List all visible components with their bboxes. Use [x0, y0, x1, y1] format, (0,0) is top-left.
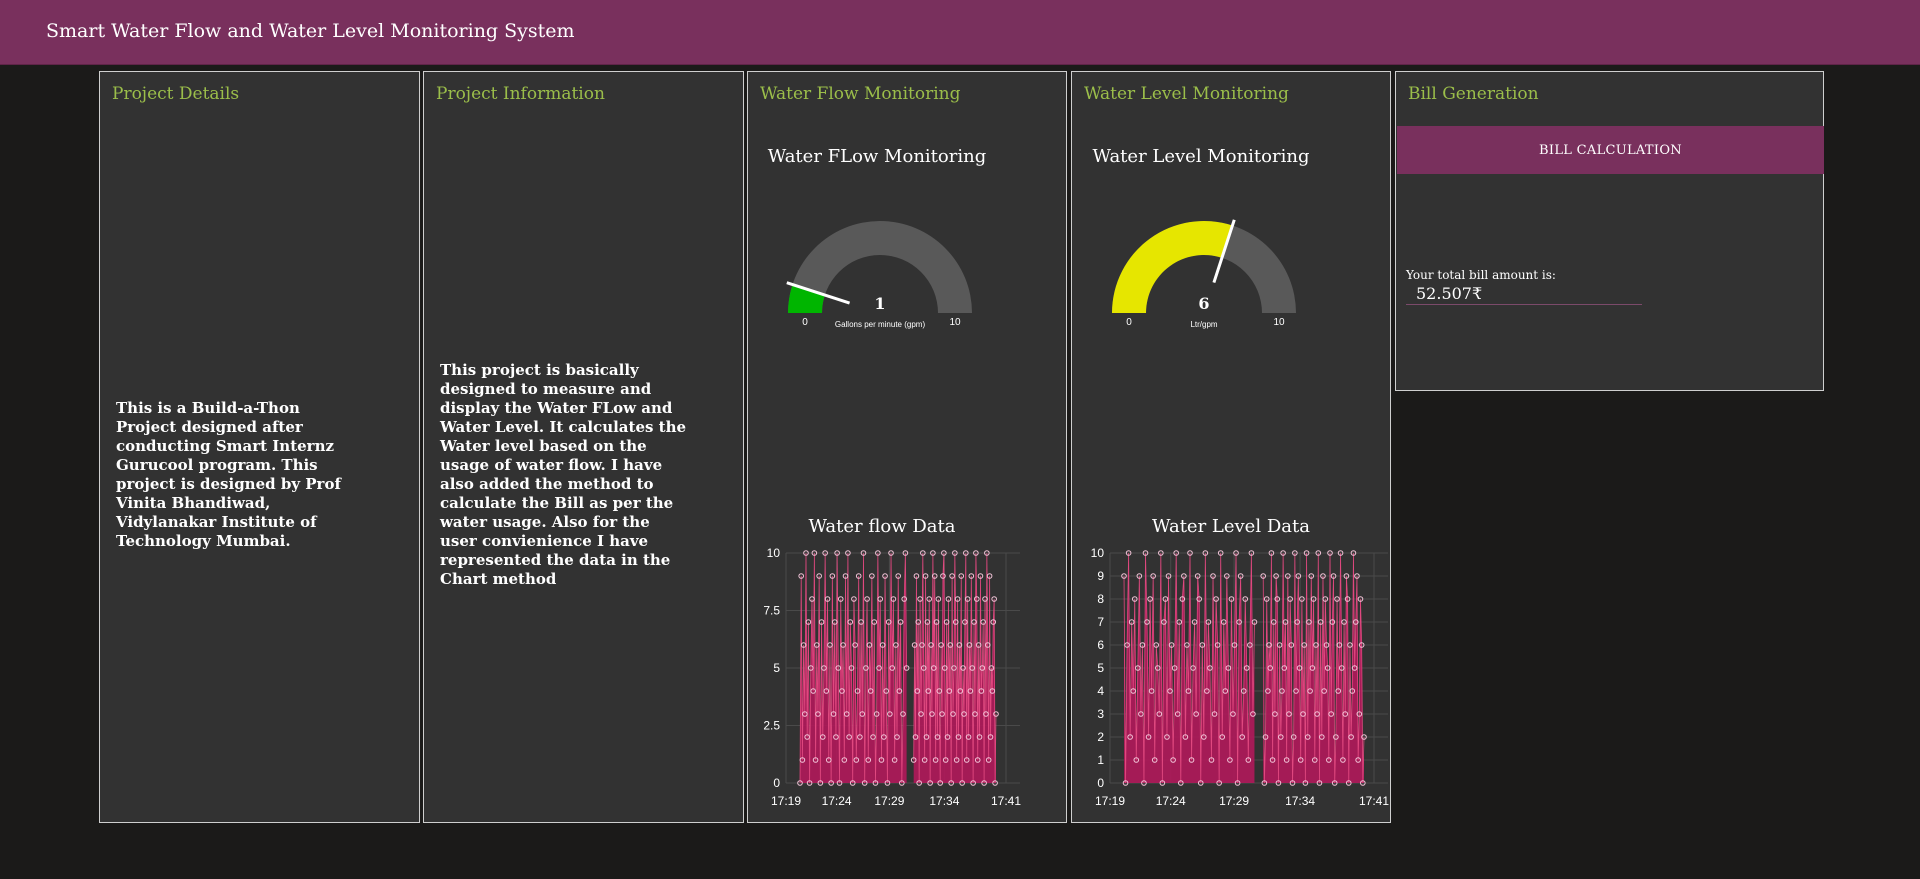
gauge-min-label: 0	[802, 317, 808, 328]
bill-amount-value: 52.507₹	[1416, 284, 1483, 303]
y-tick-label: 10	[767, 546, 781, 560]
gauge-value: 6	[1198, 294, 1209, 313]
y-tick-label: 4	[1097, 684, 1104, 698]
water-flow-chart-title: Water flow Data	[808, 516, 956, 537]
water-level-gauge: 6 0 10 Ltr/gpm	[1112, 219, 1296, 329]
bill-calculation-button[interactable]: BILL CALCULATION	[1397, 126, 1824, 174]
gauge-unit-label: Ltr/gpm	[1190, 320, 1217, 329]
x-tick-label: 17:41	[991, 794, 1021, 808]
y-tick-label: 10	[1091, 546, 1105, 560]
water-flow-card: Water Flow Monitoring Water FLow Monitor…	[747, 71, 1067, 823]
x-tick-label: 17:24	[822, 794, 852, 808]
x-tick-label: 17:34	[1285, 794, 1315, 808]
project-details-title: Project Details	[112, 84, 240, 104]
project-information-card: Project Information This project is basi…	[423, 71, 744, 823]
project-details-text: This is a Build-a-Thon Project designed …	[116, 399, 341, 550]
app-title: Smart Water Flow and Water Level Monitor…	[46, 20, 575, 42]
water-flow-gauge-title: Water FLow Monitoring	[767, 146, 987, 167]
water-flow-gauge: 1 0 10 Gallons per minute (gpm)	[786, 221, 972, 329]
x-tick-label: 17:29	[874, 794, 904, 808]
y-tick-label: 5	[1097, 661, 1104, 675]
gauge-max-label: 10	[1273, 317, 1285, 328]
y-tick-label: 0	[1097, 776, 1104, 790]
gauge-value: 1	[874, 294, 885, 313]
y-tick-label: 1	[1097, 753, 1104, 767]
project-information-title: Project Information	[436, 84, 605, 104]
y-tick-label: 9	[1097, 569, 1104, 583]
water-level-chart: 0 1 2 3 4 5 6 7 8 9 10 17:19 17:24 17:29 17:34 17:41	[1091, 546, 1390, 808]
water-level-gauge-title: Water Level Monitoring	[1092, 146, 1310, 167]
water-level-card: Water Level Monitoring Water Level Monit…	[1071, 71, 1391, 823]
y-tick-label: 7	[1097, 615, 1104, 629]
y-tick-label: 2	[1097, 730, 1104, 744]
project-details-card: Project Details This is a Build-a-Thon P…	[99, 71, 420, 823]
gauge-max-label: 10	[949, 317, 961, 328]
y-tick-label: 0	[773, 776, 780, 790]
bill-amount-underline	[1406, 304, 1642, 305]
x-tick-label: 17:19	[771, 794, 801, 808]
water-flow-chart: 0 2.5 5 7.5 10 17:19 17:24 17:29 17:34 17:41	[763, 546, 1021, 808]
water-level-card-title: Water Level Monitoring	[1084, 84, 1289, 104]
bill-generation-card: Bill Generation BILL CALCULATION Your to…	[1395, 71, 1824, 391]
gauge-min-label: 0	[1126, 317, 1132, 328]
water-level-chart-title: Water Level Data	[1152, 516, 1310, 537]
y-tick-label: 8	[1097, 592, 1104, 606]
y-tick-label: 3	[1097, 707, 1104, 721]
y-tick-label: 7.5	[763, 604, 780, 618]
bill-amount-label: Your total bill amount is:	[1406, 268, 1556, 282]
x-tick-label: 17:29	[1219, 794, 1249, 808]
gauge-fill	[1112, 221, 1233, 313]
x-tick-label: 17:19	[1095, 794, 1125, 808]
top-app-bar: Smart Water Flow and Water Level Monitor…	[0, 0, 1920, 65]
x-tick-label: 17:41	[1359, 794, 1389, 808]
x-tick-label: 17:34	[929, 794, 959, 808]
y-tick-label: 2.5	[763, 719, 780, 733]
project-information-text: This project is basically designed to me…	[440, 361, 687, 588]
y-tick-label: 5	[773, 661, 780, 675]
y-tick-label: 6	[1097, 638, 1104, 652]
gauge-unit-label: Gallons per minute (gpm)	[835, 320, 926, 329]
water-flow-card-title: Water Flow Monitoring	[760, 84, 961, 104]
x-tick-label: 17:24	[1156, 794, 1186, 808]
bill-generation-title: Bill Generation	[1408, 84, 1539, 104]
